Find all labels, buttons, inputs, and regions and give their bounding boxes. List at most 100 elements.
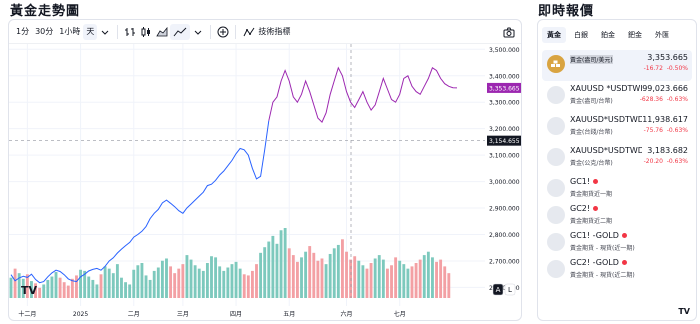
volume-bar — [169, 266, 173, 298]
volume-bar — [279, 230, 283, 298]
volume-bar — [414, 263, 418, 298]
volume-bar — [210, 256, 213, 298]
indicators-icon — [243, 27, 255, 36]
interval-1m-button[interactable]: 1分 — [13, 24, 32, 40]
area-chart-icon[interactable] — [154, 24, 170, 40]
y-tick-label: 2,700.000 — [489, 258, 520, 265]
volume-bar — [271, 235, 275, 298]
scale-l-button[interactable]: L — [504, 283, 516, 296]
quote-row-xau-twd-gram[interactable]: XAUUSD*USDTWD/ 黃金(公克/台幣) 3,183.682 -20.2… — [542, 143, 692, 174]
y-tick-label: 2,800.000 — [489, 232, 520, 239]
quote-row-gc1-gold[interactable]: GC1! -GOLD 黃金期貨 - 現貨(近一期) — [542, 228, 692, 255]
volume-bar — [353, 256, 357, 298]
tab-forex[interactable]: 外匯 — [650, 27, 674, 43]
volume-bar — [226, 267, 230, 298]
volume-bar — [394, 257, 398, 298]
volume-bar — [111, 273, 115, 298]
grid-lines — [9, 44, 485, 306]
volume-bar — [173, 273, 177, 298]
price-line — [10, 66, 458, 284]
quote-name: GC1! -GOLD — [570, 231, 642, 240]
volume-bar — [255, 264, 258, 298]
chart-toolbar: 1分 30分 1小時 天 技術指標 — [9, 20, 521, 44]
add-compare-icon[interactable] — [215, 24, 231, 40]
volume-bar — [373, 258, 377, 298]
status-dot-icon — [593, 206, 599, 211]
x-tick-label: 三月 — [177, 311, 189, 318]
price-chart[interactable]: 2,600.0002,700.0002,800.0002,900.0003,00… — [9, 44, 522, 321]
interval-30m-button[interactable]: 30分 — [32, 24, 56, 40]
volume-bar — [369, 263, 373, 298]
volume-bar — [148, 279, 152, 298]
quote-name: GC2! -GOLD — [570, 258, 642, 267]
quote-row-xau-twd-oz[interactable]: XAUUSD *USDTWI 黃金(盎司/台幣) 99,023.666 -628… — [542, 81, 692, 112]
volume-bar — [42, 284, 46, 298]
volume-bar — [70, 278, 74, 298]
quote-row-gc2[interactable]: GC2! 黃金期貨近二期 — [542, 201, 692, 228]
candles-icon[interactable] — [138, 24, 154, 40]
price-line-segment — [10, 120, 270, 284]
volume-bar — [144, 275, 148, 298]
volume-bar — [402, 264, 406, 298]
volume-bar — [320, 258, 324, 298]
tradingview-logo-icon[interactable]: TV — [678, 307, 690, 316]
tab-silver[interactable]: 白銀 — [569, 27, 593, 43]
volume-bar — [443, 266, 447, 298]
volume-bar — [386, 268, 389, 298]
volume-bar — [431, 257, 434, 298]
y-tick-label: 3,200.000 — [489, 126, 520, 133]
price-tags: 3,353.665 3,154.655 — [487, 82, 521, 146]
interval-1h-button[interactable]: 1小時 — [56, 24, 83, 40]
volume-bar — [222, 270, 226, 298]
svg-text:TV: TV — [21, 284, 38, 297]
volume-bar — [365, 268, 369, 298]
volume-bar — [316, 260, 320, 298]
quote-row-gc2-gold[interactable]: GC2! -GOLD 黃金期貨 - 現貨(近二期) — [542, 255, 692, 282]
camera-icon[interactable] — [501, 24, 517, 40]
volume-bar — [328, 253, 332, 298]
quote-sub: 黃金(盎司/台幣) — [570, 98, 613, 105]
volume-bar — [54, 272, 58, 298]
quote-row-gold-usd[interactable]: 黃金(盎司/美元) 3,353.665 -16.72 -0.50% — [542, 50, 692, 81]
gold-bars-icon — [547, 55, 565, 73]
volume-bar — [185, 255, 189, 298]
quote-row-gc1[interactable]: GC1! 黃金期貨近一期 — [542, 174, 692, 201]
chart-widget: 1分 30分 1小時 天 技術指標 2,600.000 2,700.000 2,… — [8, 19, 522, 321]
indicators-label: 技術指標 — [258, 27, 291, 36]
quote-price: 11,938.617 — [642, 115, 688, 124]
quote-sub: 黃金期貨近一期 — [570, 191, 613, 198]
status-dot-icon — [593, 179, 599, 184]
quote-change: -16.72 -0.50% — [643, 65, 688, 72]
volume-bar — [250, 270, 254, 298]
chevron-down-icon[interactable] — [97, 24, 113, 40]
scale-a-button[interactable]: A — [492, 283, 504, 296]
volume-bar — [193, 265, 197, 298]
line-chart-button[interactable] — [170, 23, 191, 40]
interval-1d-button[interactable]: 天 — [83, 23, 98, 40]
chevron-down-icon[interactable] — [190, 24, 206, 40]
volume-bar — [357, 260, 361, 298]
quote-row-xau-twd-qian[interactable]: XAUUSD*USDTWD/ 黃金(台錢/台幣) 11,938.617 -75.… — [542, 112, 692, 143]
x-tick-label: 五月 — [283, 311, 295, 318]
tradingview-logo[interactable]: TV — [21, 284, 38, 297]
volume-bar — [426, 251, 430, 298]
status-dot-icon — [621, 260, 627, 265]
volume-bar — [398, 260, 402, 298]
quote-name: GC2! — [570, 204, 642, 213]
volume-bar — [152, 270, 156, 298]
indicators-button[interactable]: 技術指標 — [240, 24, 293, 40]
tab-platinum[interactable]: 鉑金 — [596, 27, 620, 43]
volume-bar — [340, 239, 344, 298]
volume-bar — [349, 259, 353, 298]
bar-chart-icon[interactable] — [122, 24, 138, 40]
volume-bar — [177, 268, 181, 298]
quote-price: 3,353.665 — [647, 53, 688, 62]
volume-bar — [336, 244, 340, 298]
tab-gold[interactable]: 黃金 — [542, 27, 566, 43]
volume-bar — [50, 276, 54, 298]
tab-palladium[interactable]: 鈀金 — [623, 27, 647, 43]
quote-sub: 黃金(公克/台幣) — [570, 160, 613, 167]
volume-bar — [390, 265, 393, 298]
chart-title: 黃金走勢圖 — [10, 4, 81, 19]
volume-bar — [38, 287, 42, 298]
